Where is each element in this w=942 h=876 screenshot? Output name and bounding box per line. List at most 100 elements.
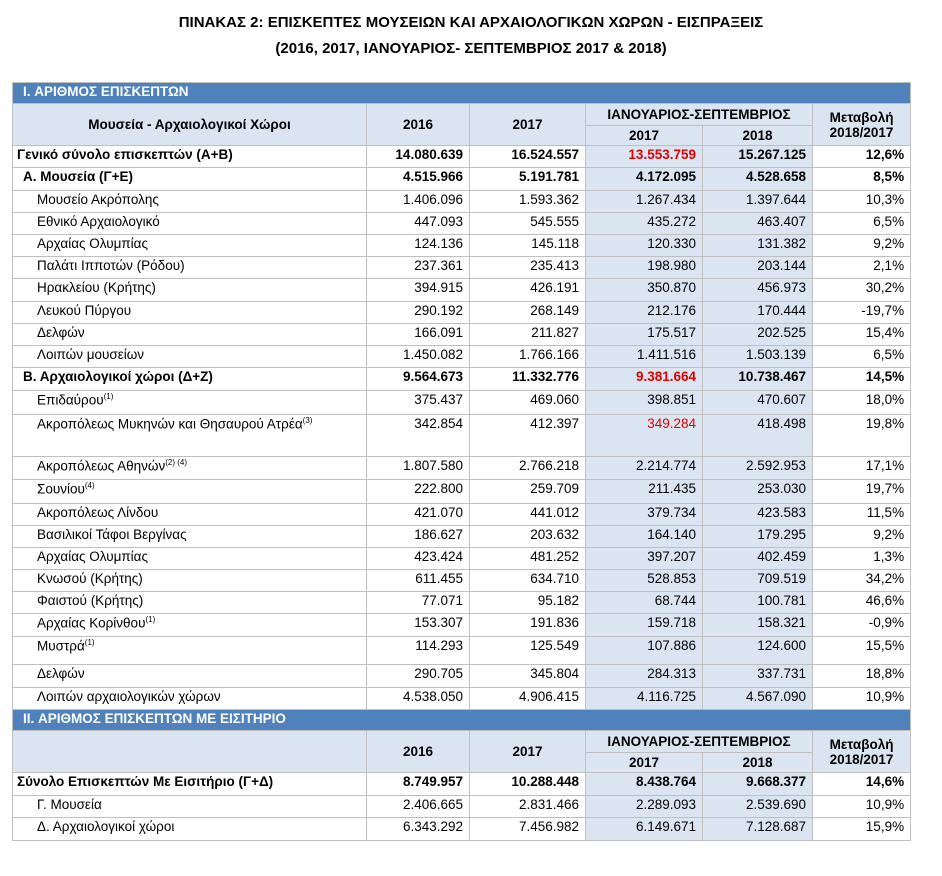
header-change-label: Μεταβολή [829, 736, 894, 752]
footnote-marker: (4) [84, 481, 95, 490]
header-2017: 2017 [469, 103, 586, 146]
header-period: ΙΑΝΟΥΑΡΙΟΣ-ΣΕΠΤΕΜΒΡΙΟΣ [585, 103, 813, 126]
cell-change: 10,9% [811, 687, 912, 710]
cell-v2016: 77.071 [366, 591, 470, 614]
table-row: Γενικό σύνολο επισκεπτών (Α+Β) 14.080.639… [12, 145, 912, 168]
table-row: Λοιπών αρχαιολογικών χώρων 4.538.050 4.906… [12, 687, 912, 710]
cell-v2017: 412.397 [469, 414, 586, 457]
header-change: Μεταβολή 2018/2017 [811, 730, 912, 773]
table-row: Σύνολο Επισκεπτών Με Εισιτήριο (Γ+Δ) 8.74… [12, 772, 912, 796]
cell-p2017: 350.870 [585, 278, 703, 302]
cell-v2017: 481.252 [469, 547, 586, 570]
row-name: Παλάτι Ιπποτών (Ρόδου) [12, 256, 367, 279]
cell-change: 14,5% [811, 367, 912, 391]
cell-change: 34,2% [811, 569, 912, 592]
cell-p2017: 9.381.664 [585, 367, 703, 391]
cell-change: 19,7% [811, 479, 912, 504]
row-name: Α. Μουσεία (Γ+Ε) [12, 167, 367, 191]
cell-v2017: 469.060 [469, 390, 586, 415]
visitors-table: I. ΑΡΙΘΜΟΣ ΕΠΙΣΚΕΠΤΩΝ Μουσεία - Αρχαιολογ… [11, 82, 912, 841]
table-subtitle: (2016, 2017, ΙΑΝΟΥΑΡΙΟΣ- ΣΕΠΤΕΜΒΡΙΟΣ 201… [275, 40, 667, 57]
cell-p2017: 2.289.093 [585, 795, 703, 818]
row-name: Αρχαίας Κορίνθου(1) [12, 613, 367, 637]
row-name: Ηρακλείου (Κρήτης) [12, 278, 367, 302]
cell-v2017: 441.012 [469, 503, 586, 526]
cell-v2017: 10.288.448 [469, 772, 586, 796]
cell-change: -19,7% [811, 301, 912, 324]
row-name-text: Αρχαίας Ολυμπίας [37, 549, 148, 564]
row-name-text: Φαιστού (Κρήτης) [37, 593, 144, 608]
cell-p2017: 1.267.434 [585, 190, 703, 213]
cell-p2018: 10.738.467 [702, 367, 813, 391]
cell-p2018: 423.583 [702, 503, 813, 526]
row-name: Γενικό σύνολο επισκεπτών (Α+Β) [12, 145, 367, 168]
cell-change: 6,5% [811, 345, 912, 368]
cell-p2017: 175.517 [585, 323, 703, 346]
table-row: Β. Αρχαιολογικοί χώροι (Δ+Ζ) 9.564.673 11.… [12, 367, 912, 391]
header-row: Μουσεία - Αρχαιολογικοί Χώροι 2016 2017 ΙΑΝ… [12, 103, 912, 146]
cell-change: 18,8% [811, 664, 912, 688]
cell-p2018: 131.382 [702, 234, 813, 257]
cell-p2017: 164.140 [585, 525, 703, 548]
cell-v2016: 222.800 [366, 479, 470, 504]
cell-v2016: 114.293 [366, 636, 470, 665]
row-name: Σουνίου(4) [12, 479, 367, 504]
row-name: Αρχαίας Ολυμπίας [12, 547, 367, 570]
cell-p2018: 179.295 [702, 525, 813, 548]
table-row: Φαιστού (Κρήτης) 77.071 95.182 68.744 100.78… [12, 591, 912, 614]
header-change: Μεταβολή 2018/2017 [811, 103, 912, 146]
cell-change: -0,9% [811, 613, 912, 637]
table-row: Σουνίου(4) 222.800 259.709 211.435 253.030 19… [12, 479, 912, 504]
table-row: Λευκού Πύργου 290.192 268.149 212.176 170.44… [12, 301, 912, 324]
cell-p2017: 397.207 [585, 547, 703, 570]
cell-p2017: 4.116.725 [585, 687, 703, 710]
cell-v2016: 342.854 [366, 414, 470, 457]
cell-change: 15,9% [811, 817, 912, 841]
cell-p2018: 470.607 [702, 390, 813, 415]
row-name: Δ. Αρχαιολογικοί χώροι [12, 817, 367, 841]
cell-p2017: 159.718 [585, 613, 703, 637]
row-name-text: Σύνολο Επισκεπτών Με Εισιτήριο (Γ+Δ) [17, 774, 274, 789]
cell-change: 15,5% [811, 636, 912, 665]
header-label [12, 730, 367, 773]
footnote-marker: (2) (4) [165, 458, 187, 467]
cell-v2016: 153.307 [366, 613, 470, 637]
row-name: Μυστρά(1) [12, 636, 367, 665]
row-name: Β. Αρχαιολογικοί χώροι (Δ+Ζ) [12, 367, 367, 391]
cell-p2018: 7.128.687 [702, 817, 813, 841]
cell-v2016: 237.361 [366, 256, 470, 279]
table-row: Δελφών 166.091 211.827 175.517 202.525 15,4% [12, 323, 912, 346]
cell-v2016: 4.538.050 [366, 687, 470, 710]
row-name-text: Μυστρά [37, 638, 85, 654]
row-name-text: Ακροπόλεως Μυκηνών και Θησαυρού Ατρέα [37, 416, 303, 432]
row-name-text: Κνωσού (Κρήτης) [37, 571, 143, 586]
row-name: Δελφών [12, 664, 367, 688]
cell-p2018: 1.397.644 [702, 190, 813, 213]
row-name-text: Λευκού Πύργου [37, 303, 132, 318]
cell-v2017: 1.766.166 [469, 345, 586, 368]
cell-v2017: 268.149 [469, 301, 586, 324]
header-2016: 2016 [366, 730, 470, 773]
cell-p2018: 100.781 [702, 591, 813, 614]
cell-v2016: 421.070 [366, 503, 470, 526]
cell-p2018: 456.973 [702, 278, 813, 302]
row-name-text: Γ. Μουσεία [37, 797, 102, 812]
table-row: Αρχαίας Κορίνθου(1) 153.307 191.836 159.718… [12, 613, 912, 637]
cell-change: 8,5% [811, 167, 912, 191]
cell-v2016: 447.093 [366, 212, 470, 235]
header-period: ΙΑΝΟΥΑΡΙΟΣ-ΣΕΠΤΕΜΒΡΙΟΣ [585, 730, 813, 753]
table-row: Βασιλικοί Τάφοι Βεργίνας 186.627 203.632 16… [12, 525, 912, 548]
cell-change: 19,8% [811, 414, 912, 457]
row-name-text: Δελφών [37, 666, 85, 681]
section-band-ticketed-title: II. ΑΡΙΘΜΟΣ ΕΠΙΣΚΕΠΤΩΝ ΜΕ ΕΙΣΙΤΗΡΙΟ [23, 711, 286, 726]
footnote-marker: (1) [145, 615, 156, 624]
cell-v2016: 166.091 [366, 323, 470, 346]
cell-p2017: 2.214.774 [585, 456, 703, 480]
cell-v2016: 375.437 [366, 390, 470, 415]
row-name-text: Ακροπόλεως Λίνδου [37, 505, 159, 520]
cell-p2018: 1.503.139 [702, 345, 813, 368]
row-name: Αρχαίας Ολυμπίας [12, 234, 367, 257]
cell-v2016: 1.450.082 [366, 345, 470, 368]
cell-p2017: 379.734 [585, 503, 703, 526]
header-change-years: 2018/2017 [829, 124, 894, 140]
